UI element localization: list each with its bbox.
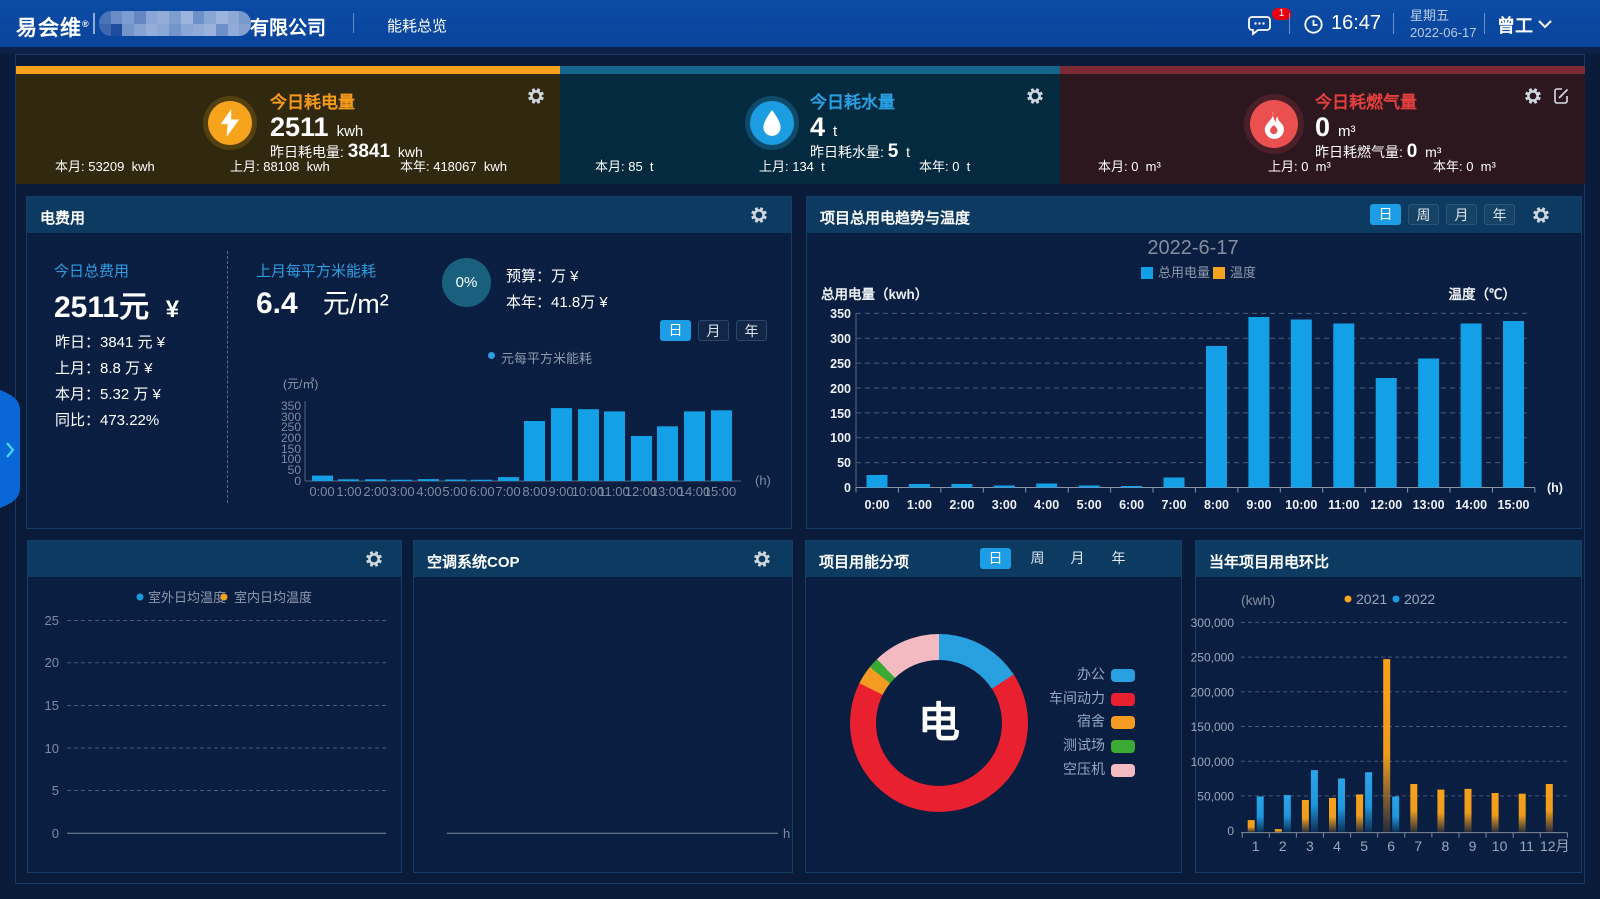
svg-text:0: 0 [52, 826, 59, 841]
svg-text:10: 10 [45, 741, 59, 756]
svg-text:总用电量（kwh）: 总用电量（kwh） [821, 286, 928, 302]
svg-text:4: 4 [1333, 838, 1341, 854]
svg-text:6:00: 6:00 [469, 484, 494, 499]
svg-text:250,000: 250,000 [1191, 651, 1235, 665]
svg-text:20: 20 [45, 655, 59, 670]
svg-text:5:00: 5:00 [442, 484, 467, 499]
svg-text:1: 1 [1252, 838, 1260, 854]
svg-text:4:00: 4:00 [416, 484, 441, 499]
svg-text:8: 8 [1442, 838, 1450, 854]
svg-text:室内日均温度: 室内日均温度 [234, 590, 312, 605]
svg-text:300,000: 300,000 [1191, 616, 1235, 630]
svg-text:15: 15 [45, 698, 59, 713]
svg-text:(kwh): (kwh) [1241, 592, 1275, 608]
svg-text:8:00: 8:00 [1204, 498, 1229, 512]
svg-text:4:00: 4:00 [1034, 498, 1059, 512]
svg-text:10: 10 [1492, 838, 1508, 854]
svg-text:11: 11 [1519, 838, 1534, 854]
svg-text:(h): (h) [755, 473, 771, 488]
svg-text:2:00: 2:00 [949, 498, 974, 512]
svg-text:7:00: 7:00 [1161, 498, 1186, 512]
svg-text:7: 7 [1414, 838, 1422, 854]
svg-text:150: 150 [830, 407, 851, 421]
svg-text:350: 350 [830, 307, 851, 321]
svg-text:2022: 2022 [1404, 591, 1435, 607]
svg-text:100,000: 100,000 [1191, 755, 1235, 769]
svg-text:0:00: 0:00 [309, 484, 334, 499]
svg-text:13:00: 13:00 [1413, 498, 1445, 512]
svg-text:100: 100 [830, 431, 851, 445]
svg-text:200,000: 200,000 [1191, 685, 1235, 699]
svg-text:6:00: 6:00 [1119, 498, 1144, 512]
svg-text:300: 300 [830, 332, 851, 346]
svg-text:1:00: 1:00 [907, 498, 932, 512]
svg-text:2:00: 2:00 [363, 484, 388, 499]
svg-text:15:00: 15:00 [704, 484, 737, 499]
svg-text:温度（℃）: 温度（℃） [1449, 286, 1517, 302]
svg-text:3:00: 3:00 [389, 484, 414, 499]
svg-text:h: h [783, 826, 790, 841]
svg-text:9:00: 9:00 [1246, 498, 1271, 512]
svg-text:9: 9 [1469, 838, 1477, 854]
svg-text:14:00: 14:00 [1455, 498, 1487, 512]
svg-text:温度: 温度 [1230, 265, 1256, 280]
svg-text:50: 50 [837, 456, 851, 470]
svg-text:11:00: 11:00 [1328, 498, 1359, 512]
svg-text:250: 250 [830, 357, 851, 371]
svg-text:350: 350 [281, 399, 301, 413]
svg-text:8:00: 8:00 [522, 484, 547, 499]
svg-text:5: 5 [1360, 838, 1368, 854]
svg-text:10:00: 10:00 [1285, 498, 1317, 512]
svg-text:1:00: 1:00 [336, 484, 361, 499]
svg-text:6: 6 [1387, 838, 1395, 854]
svg-text:3: 3 [1306, 838, 1314, 854]
svg-text:0:00: 0:00 [864, 498, 889, 512]
svg-text:5:00: 5:00 [1077, 498, 1102, 512]
svg-text:200: 200 [830, 382, 851, 396]
svg-text:150,000: 150,000 [1191, 720, 1235, 734]
svg-text:2: 2 [1279, 838, 1287, 854]
svg-text:0: 0 [844, 481, 851, 495]
svg-text:15:00: 15:00 [1498, 498, 1530, 512]
svg-text:12月: 12月 [1540, 838, 1570, 854]
svg-text:(h): (h) [1547, 481, 1563, 495]
svg-text:3:00: 3:00 [992, 498, 1017, 512]
svg-text:总用电量: 总用电量 [1158, 265, 1210, 280]
svg-text:50,000: 50,000 [1197, 790, 1234, 804]
svg-text:12:00: 12:00 [1370, 498, 1402, 512]
svg-text:2022-6-17: 2022-6-17 [1147, 237, 1238, 259]
svg-text:0: 0 [1227, 824, 1234, 838]
svg-text:室外日均温度: 室外日均温度 [148, 590, 226, 605]
svg-text:2021: 2021 [1356, 591, 1387, 607]
svg-text:9:00: 9:00 [548, 484, 573, 499]
svg-text:5: 5 [52, 783, 59, 798]
svg-text:7:00: 7:00 [495, 484, 520, 499]
svg-text:25: 25 [45, 613, 59, 628]
